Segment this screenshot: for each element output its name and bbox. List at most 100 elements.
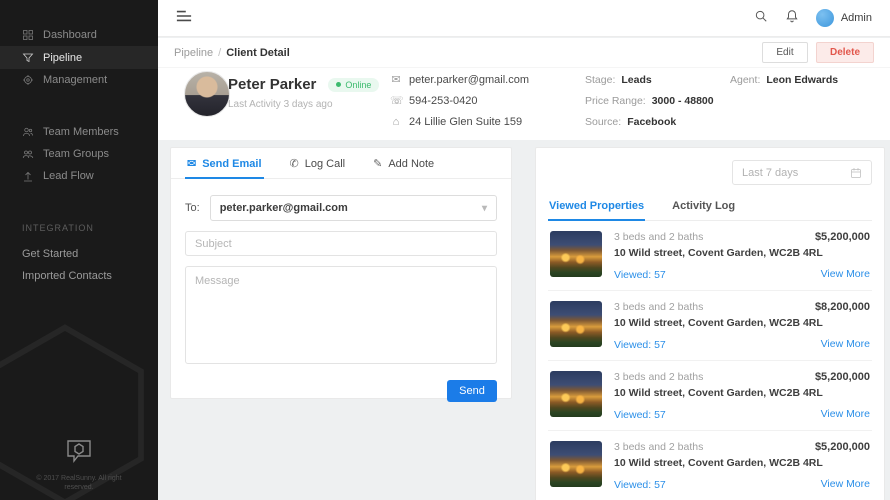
sidebar-logo <box>0 438 158 464</box>
edit-button[interactable]: Edit <box>762 42 808 63</box>
property-address: 10 Wild street, Covent Garden, WC2B 4RL <box>614 457 823 469</box>
phone-icon: ☏ <box>390 95 404 107</box>
breadcrumb-pipeline[interactable]: Pipeline <box>174 47 213 59</box>
client-email: peter.parker@gmail.com <box>409 73 529 86</box>
date-range-filter[interactable]: Last 7 days <box>732 160 872 185</box>
sidebar-item-imported-contacts[interactable]: Imported Contacts <box>0 265 158 287</box>
property-address: 10 Wild street, Covent Garden, WC2B 4RL <box>614 387 823 399</box>
team-groups-icon <box>22 150 34 159</box>
sidebar: Dashboard Pipeline Management Team Membe… <box>0 0 158 500</box>
status-badge: Online <box>328 77 380 92</box>
sidebar-item-pipeline[interactable]: Pipeline <box>0 46 158 69</box>
lead-flow-icon <box>24 171 32 182</box>
sidebar-item-dashboard[interactable]: Dashboard <box>0 24 158 46</box>
source-label: Source: <box>585 115 622 128</box>
admin-avatar <box>815 9 834 27</box>
view-more-link[interactable]: View More <box>821 268 870 280</box>
recipient-select[interactable]: peter.parker@gmail.com ▾ <box>209 195 497 221</box>
delete-button[interactable]: Delete <box>816 42 874 63</box>
management-icon <box>23 75 33 85</box>
property-row: 3 beds and 2 baths 10 Wild street, Coven… <box>548 291 872 361</box>
sidebar-item-label: Pipeline <box>43 51 83 64</box>
property-row: 3 beds and 2 baths 10 Wild street, Coven… <box>548 431 872 500</box>
chat-bubble-logo <box>67 440 91 463</box>
sidebar-item-label: Team Members <box>43 126 119 138</box>
user-menu[interactable]: Admin <box>815 9 872 27</box>
client-phone: 594-253-0420 <box>409 94 478 107</box>
client-header: Pipeline / Client Detail Edit Delete Pet… <box>158 38 890 140</box>
home-icon: ⌂ <box>392 115 400 128</box>
tab-add-note[interactable]: ✎ Add Note <box>371 157 436 178</box>
property-thumbnail <box>550 371 602 417</box>
chevron-down-icon: ▾ <box>481 202 487 214</box>
last-activity: Last Activity 3 days ago <box>228 99 333 110</box>
client-address: 24 Lillie Glen Suite 159 <box>409 115 523 128</box>
sidebar-item-label: Lead Flow <box>43 170 94 182</box>
send-button[interactable]: Send <box>447 380 497 402</box>
message-textarea[interactable] <box>185 266 497 364</box>
email-icon: ✉ <box>391 74 401 86</box>
sidebar-item-management[interactable]: Management <box>0 69 158 91</box>
tab-activity-log[interactable]: Activity Log <box>671 200 736 220</box>
admin-name: Admin <box>840 12 872 24</box>
tab-label: Log Call <box>304 157 346 170</box>
hexagon-watermark <box>0 324 144 500</box>
team-members-icon <box>23 127 33 137</box>
sidebar-item-team-members[interactable]: Team Members <box>0 121 158 143</box>
price-range-value: 3000 - 48800 <box>651 94 714 107</box>
agent-info: Agent: Leon Edwards <box>730 69 838 90</box>
property-address: 10 Wild street, Covent Garden, WC2B 4RL <box>614 247 823 259</box>
breadcrumb-separator: / <box>218 46 222 59</box>
envelope-icon: ✉ <box>187 158 197 170</box>
status-label: Online <box>345 79 372 90</box>
client-avatar <box>184 71 230 117</box>
contact-info: ✉ peter.parker@gmail.com ☏ 594-253-0420 … <box>390 69 529 132</box>
email-form-card: ✉ Send Email ✆ Log Call ✎ Add Note To: p… <box>170 147 512 402</box>
view-more-link[interactable]: View More <box>821 338 870 350</box>
online-dot-icon <box>336 82 342 87</box>
property-thumbnail <box>550 231 602 277</box>
sidebar-item-lead-flow[interactable]: Lead Flow <box>0 165 158 187</box>
hamburger-icon[interactable] <box>176 9 192 28</box>
to-label: To: <box>185 202 200 214</box>
source-value: Facebook <box>627 115 677 128</box>
property-list: 3 beds and 2 baths 10 Wild street, Coven… <box>548 221 872 500</box>
price-range-label: Price Range: <box>585 94 646 107</box>
activity-tabs: Viewed Properties Activity Log <box>548 200 872 221</box>
breadcrumb: Pipeline / Client Detail Edit Delete <box>158 38 890 68</box>
tab-viewed-properties[interactable]: Viewed Properties <box>548 200 646 221</box>
tab-send-email[interactable]: ✉ Send Email <box>185 157 264 179</box>
stage-value: Leads <box>621 73 652 86</box>
property-price: $5,200,000 <box>814 441 870 453</box>
property-price: $8,200,000 <box>814 301 870 313</box>
phone-icon: ✆ <box>289 158 299 170</box>
sidebar-section-integration: INTEGRATION <box>22 223 94 233</box>
view-more-link[interactable]: View More <box>821 408 870 420</box>
copyright-text: © 2017 RealSunny. All right reserved. <box>36 475 122 491</box>
property-address: 10 Wild street, Covent Garden, WC2B 4RL <box>614 317 823 329</box>
sidebar-item-get-started[interactable]: Get Started <box>0 243 158 265</box>
view-more-link[interactable]: View More <box>821 478 870 490</box>
calendar-icon <box>850 167 862 179</box>
sidebar-item-label: Dashboard <box>43 29 97 41</box>
property-row: 3 beds and 2 baths 10 Wild street, Coven… <box>548 361 872 431</box>
sidebar-item-label: Get Started <box>22 248 79 260</box>
sidebar-item-label: Team Groups <box>43 148 110 160</box>
breadcrumb-current: Client Detail <box>226 46 290 59</box>
search-icon[interactable] <box>754 9 768 28</box>
tab-log-call[interactable]: ✆ Log Call <box>288 157 348 178</box>
subject-input[interactable] <box>185 231 497 256</box>
client-detail-page: Dashboard Pipeline Management Team Membe… <box>0 0 890 500</box>
sidebar-item-team-groups[interactable]: Team Groups <box>0 143 158 165</box>
bell-icon[interactable] <box>785 9 799 28</box>
client-name: Peter Parker <box>228 76 317 93</box>
stage-label: Stage: <box>585 73 616 86</box>
tab-label: Add Note <box>388 157 435 170</box>
property-row: 3 beds and 2 baths 10 Wild street, Coven… <box>548 221 872 291</box>
agent-label: Agent: <box>730 73 761 86</box>
activity-card: Last 7 days Viewed Properties Activity L… <box>535 147 885 500</box>
client-meta: Stage: Leads Price Range: 3000 - 48800 S… <box>585 69 714 132</box>
dashboard-icon <box>23 30 33 40</box>
pencil-icon: ✎ <box>373 158 383 170</box>
client-profile: Peter Parker Online Last Activity 3 days… <box>158 68 890 138</box>
